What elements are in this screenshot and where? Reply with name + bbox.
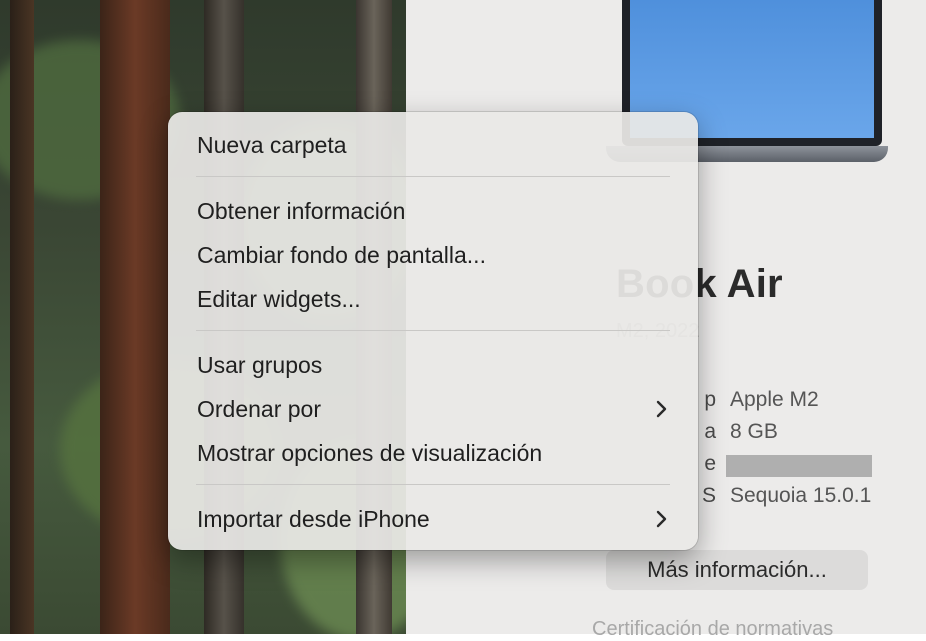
menu-item-new-folder[interactable]: Nueva carpeta <box>168 125 698 165</box>
chevron-right-icon <box>654 499 670 539</box>
menu-item-label: Cambiar fondo de pantalla... <box>197 242 486 268</box>
spec-value: 8 GB <box>730 420 778 443</box>
menu-item-sort-by[interactable]: Ordenar por <box>168 389 698 429</box>
menu-separator <box>196 176 670 177</box>
more-info-button[interactable]: Más información... <box>606 550 868 590</box>
regulatory-certification-link[interactable]: Certificación de normativas <box>592 618 892 641</box>
menu-item-label: Editar widgets... <box>197 286 361 312</box>
menu-item-get-info[interactable]: Obtener información <box>168 191 698 231</box>
menu-item-show-view-options[interactable]: Mostrar opciones de visualización <box>168 433 698 473</box>
menu-item-label: Mostrar opciones de visualización <box>197 440 543 466</box>
wallpaper-tree-trunk <box>100 0 170 634</box>
menu-item-change-wallpaper[interactable]: Cambiar fondo de pantalla... <box>168 235 698 275</box>
wallpaper-tree-trunk <box>10 0 34 634</box>
menu-item-import-from-iphone[interactable]: Importar desde iPhone <box>168 499 698 539</box>
spec-value: Apple M2 <box>730 388 819 411</box>
desktop-context-menu: Nueva carpeta Obtener información Cambia… <box>168 112 698 550</box>
menu-item-edit-widgets[interactable]: Editar widgets... <box>168 279 698 319</box>
spec-value: Sequoia 15.0.1 <box>730 484 872 507</box>
menu-item-label: Ordenar por <box>197 396 322 422</box>
chevron-right-icon <box>654 389 670 429</box>
menu-separator <box>196 330 670 331</box>
menu-separator <box>196 484 670 485</box>
menu-item-label: Nueva carpeta <box>197 132 347 158</box>
menu-item-use-stacks[interactable]: Usar grupos <box>168 345 698 385</box>
menu-item-label: Importar desde iPhone <box>197 506 430 532</box>
serial-number-redacted <box>726 455 872 477</box>
menu-item-label: Obtener información <box>197 198 406 224</box>
menu-item-label: Usar grupos <box>197 352 323 378</box>
